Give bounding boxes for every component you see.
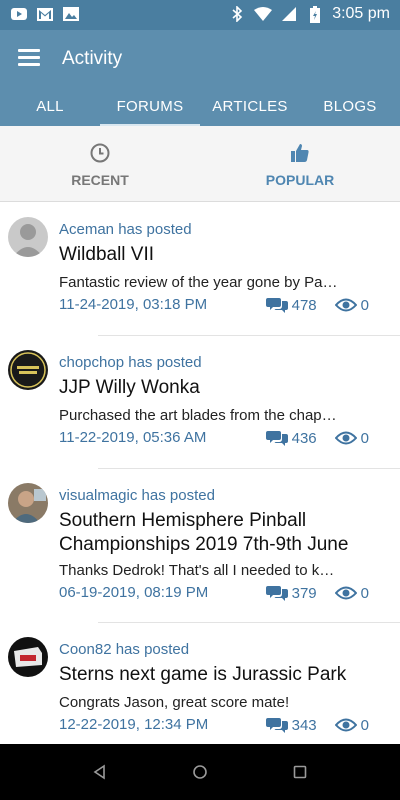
- replies-icon: [265, 716, 288, 734]
- post-author[interactable]: chopchop has posted: [59, 354, 202, 371]
- tab-blogs[interactable]: BLOGS: [300, 88, 400, 126]
- views-count: 0: [360, 584, 369, 602]
- clock-icon: [89, 142, 111, 164]
- post-date: 12-22-2019, 12:34 PM: [59, 716, 209, 733]
- wifi-icon: [254, 5, 273, 23]
- replies-count: 379: [291, 584, 317, 602]
- post-excerpt: Congrats Jason, great score mate!: [59, 694, 290, 711]
- list-item[interactable]: Aceman has posted Wildball VII Fantastic…: [0, 203, 400, 336]
- tab-all[interactable]: ALL: [0, 88, 100, 126]
- bluetooth-icon: [228, 5, 246, 23]
- views-icon: [334, 718, 357, 732]
- views-count: 0: [360, 716, 369, 734]
- post-title[interactable]: JJP Willy Wonka: [59, 376, 379, 400]
- post-excerpt: Purchased the art blades from the chap…: [59, 407, 337, 424]
- page-title: Activity: [62, 48, 123, 69]
- battery-icon: [306, 5, 324, 23]
- post-author[interactable]: Aceman has posted: [59, 221, 192, 238]
- replies-count: 436: [291, 429, 317, 447]
- post-excerpt: Thanks Dedrok! That's all I needed to k…: [59, 562, 335, 579]
- post-title[interactable]: Sterns next game is Jurassic Park: [59, 663, 379, 687]
- avatar[interactable]: [8, 483, 48, 523]
- replies-icon: [265, 296, 288, 314]
- list-item[interactable]: Coon82 has posted Sterns next game is Ju…: [0, 623, 400, 743]
- post-date: 11-22-2019, 05:36 AM: [59, 429, 207, 446]
- views-count: 0: [360, 296, 369, 314]
- hamburger-menu-icon[interactable]: [18, 49, 40, 67]
- views-icon: [334, 431, 357, 445]
- gmail-icon: [36, 5, 54, 23]
- recents-icon[interactable]: [292, 764, 308, 780]
- post-author[interactable]: visualmagic has posted: [59, 487, 215, 504]
- youtube-icon: [10, 5, 28, 23]
- subtab-recent[interactable]: RECENT: [0, 126, 200, 201]
- views-count: 0: [360, 429, 369, 447]
- replies-count: 343: [291, 716, 317, 734]
- image-icon: [62, 5, 80, 23]
- sort-tabs: RECENT POPULAR: [0, 126, 400, 202]
- post-author[interactable]: Coon82 has posted: [59, 641, 189, 658]
- system-nav-bar: [0, 744, 400, 800]
- list-item[interactable]: visualmagic has posted Southern Hemisphe…: [0, 469, 400, 623]
- activity-list: Aceman has posted Wildball VII Fantastic…: [0, 203, 400, 743]
- post-title[interactable]: Wildball VII: [59, 243, 379, 267]
- thumbs-up-icon: [289, 142, 311, 164]
- list-item[interactable]: chopchop has posted JJP Willy Wonka Purc…: [0, 336, 400, 469]
- app-bar: Activity: [0, 30, 400, 88]
- views-icon: [334, 298, 357, 312]
- avatar[interactable]: [8, 350, 48, 390]
- post-date: 06-19-2019, 08:19 PM: [59, 584, 209, 601]
- tab-forums[interactable]: FORUMS: [100, 88, 200, 126]
- views-icon: [334, 586, 357, 600]
- back-icon[interactable]: [92, 764, 108, 780]
- subtab-recent-label: RECENT: [71, 172, 129, 188]
- status-bar: 3:05 pm: [0, 0, 400, 30]
- content-tabs: ALL FORUMS ARTICLES BLOGS: [0, 88, 400, 126]
- avatar[interactable]: [8, 217, 48, 257]
- post-title[interactable]: Southern Hemisphere Pinball Championship…: [59, 509, 379, 557]
- post-date: 11-24-2019, 03:18 PM: [59, 296, 208, 313]
- post-excerpt: Fantastic review of the year gone by Pa…: [59, 274, 338, 291]
- replies-icon: [265, 584, 288, 602]
- tab-articles[interactable]: ARTICLES: [200, 88, 300, 126]
- replies-count: 478: [291, 296, 317, 314]
- subtab-popular-label: POPULAR: [265, 172, 335, 188]
- signal-icon: [280, 5, 298, 23]
- subtab-popular[interactable]: POPULAR: [200, 126, 400, 201]
- avatar[interactable]: [8, 637, 48, 677]
- status-time: 3:05 pm: [332, 5, 390, 22]
- home-icon[interactable]: [192, 764, 208, 780]
- replies-icon: [265, 429, 288, 447]
